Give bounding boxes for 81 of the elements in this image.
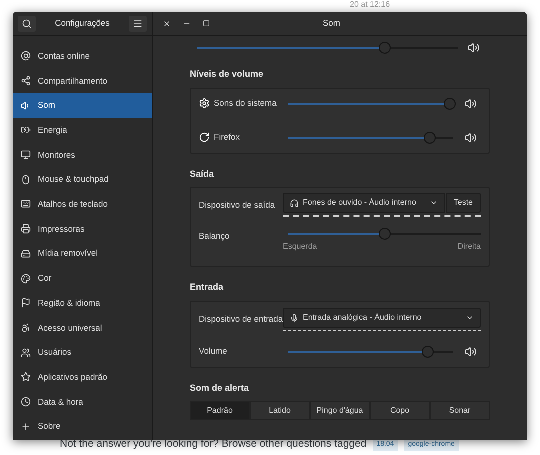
keyboard-icon [21,199,31,210]
maximize-icon[interactable] [203,20,210,27]
sidebar-item[interactable]: Aplicativos padrão [13,364,152,390]
slider-thumb[interactable] [444,98,456,110]
slider-label: Esquerda [283,241,318,253]
share-icon [21,76,31,86]
plus-icon [21,422,31,432]
volume-slider[interactable] [197,42,458,54]
field-label: Volume [199,345,228,358]
menu-button[interactable] [129,16,147,32]
field-label: Dispositivo de entrada [199,313,283,326]
menu-icon [133,18,143,28]
microphone-icon [290,314,299,322]
sidebar-item[interactable]: Monitores [13,142,152,168]
speaker-icon [21,100,31,111]
output-device-dropdown[interactable]: Fones de ouvido - Áudio interno [283,193,445,213]
caret-icon [430,199,438,207]
sidebar-title: Configurações [55,17,110,30]
sidebar-item[interactable]: Região & idioma [13,290,152,316]
slider-thumb[interactable] [378,42,391,54]
alert-sound-tab[interactable]: Latido [250,401,310,420]
speaker-icon [465,132,477,144]
volume-slider[interactable] [288,228,481,240]
sidebar-item[interactable]: Data & hora [13,390,152,414]
app-name: Sons do sistema [214,97,277,110]
accessibility-icon [21,322,31,333]
speaker-icon [465,346,477,358]
window-title: Som [323,17,340,30]
monitor-icon [21,150,31,160]
drive-icon [21,248,31,259]
section-heading: Som de alerta [190,382,250,394]
at-sign-icon [21,51,31,62]
slider-thumb[interactable] [424,132,436,144]
alert-sound-tab[interactable]: Pingo d'água [310,401,370,420]
headphones-icon [290,198,299,208]
palette-icon [21,274,31,284]
alert-sound-tab[interactable]: Padrão [190,401,250,420]
section-heading: Níveis de volume [190,68,265,81]
battery-icon [21,125,31,136]
volume-slider[interactable] [288,346,453,358]
speaker-icon [468,42,480,54]
alert-sound-tab[interactable]: Sonar [430,401,490,420]
mouse-icon [21,174,31,185]
sidebar-item[interactable]: Contas online [13,44,152,69]
test-button[interactable]: Teste [446,193,481,213]
sidebar-item[interactable]: Acesso universal [13,316,152,340]
clock-icon [21,396,31,407]
gear-icon [199,98,210,109]
speaker-icon [465,98,477,110]
circular-arrow-icon [199,132,210,143]
close-icon[interactable] [163,20,171,28]
volume-slider[interactable] [288,98,453,110]
sidebar-item[interactable]: Mouse & touchpad [13,167,152,192]
search-icon [22,18,32,28]
input-device-dropdown[interactable]: Entrada analógica - Áudio interno [283,308,481,328]
app-name: Firefox [214,131,240,144]
sidebar-item[interactable]: Atalhos de teclado [13,192,152,217]
sidebar-item[interactable]: Som [13,93,152,118]
search-button[interactable] [18,16,36,32]
section-heading: Saída [190,168,216,180]
alert-sound-tab[interactable]: Copo [370,401,430,420]
users-icon [21,348,31,358]
sidebar-item[interactable]: Compartilhamento [13,68,152,94]
slider-label: Direita [458,241,481,253]
sidebar-item[interactable]: Sobre [13,414,152,439]
sidebar-item[interactable]: Impressoras [13,216,152,242]
slider-thumb[interactable] [378,228,390,240]
field-label: Dispositivo de saída [199,198,276,212]
slider-thumb[interactable] [422,346,434,358]
sidebar-item[interactable]: Cor [13,266,152,291]
volume-slider[interactable] [288,132,453,144]
field-label: Balanço [199,230,231,243]
sidebar-item[interactable]: Mídia removível [13,242,152,266]
section-heading: Entrada [190,281,225,294]
caret-icon [466,314,474,322]
star-icon [21,372,31,382]
printer-icon [21,224,31,234]
sidebar-item[interactable]: Energia [13,118,152,143]
sidebar-item[interactable]: Usuários [13,340,152,365]
flag-icon [21,298,31,308]
timestamp: 20 at 12:16 [350,0,390,11]
